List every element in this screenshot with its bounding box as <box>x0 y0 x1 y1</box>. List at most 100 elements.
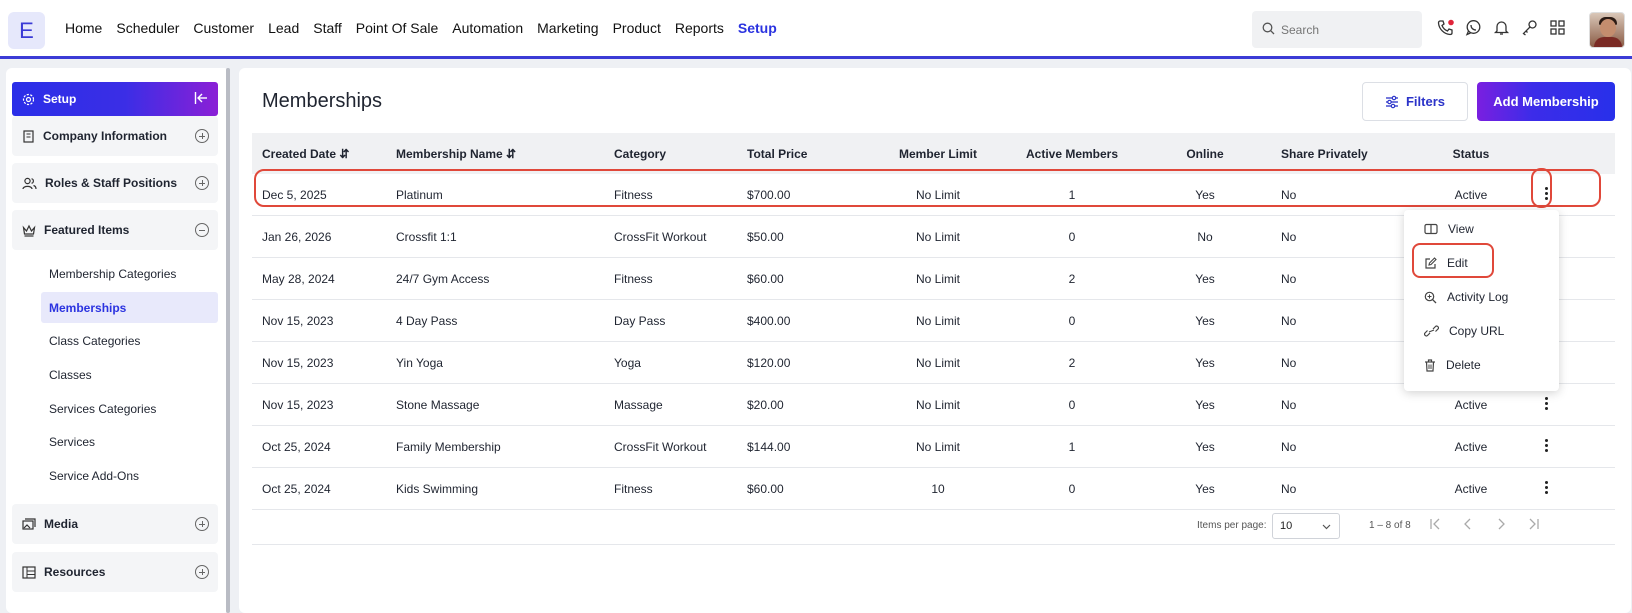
filters-label: Filters <box>1405 94 1445 109</box>
menu-item-edit[interactable]: Edit <box>1424 256 1468 270</box>
cell-created-date: Dec 5, 2025 <box>262 188 327 202</box>
cell-member-limit: No Limit <box>915 188 961 202</box>
cell-share-privately: No <box>1281 272 1297 286</box>
edit-icon <box>1424 256 1437 270</box>
cell-membership-name: 4 Day Pass <box>396 314 458 328</box>
nav-staff[interactable]: Staff <box>313 20 342 36</box>
sidebar-item-class-categories[interactable]: Class Categories <box>49 334 140 348</box>
more-vertical-icon[interactable] <box>1545 439 1549 453</box>
sidebar-section-roles[interactable]: Roles & Staff Positions <box>12 163 218 203</box>
sidebar-scrollbar[interactable] <box>226 68 230 613</box>
nav-product[interactable]: Product <box>613 20 661 36</box>
nav-scheduler[interactable]: Scheduler <box>116 20 179 36</box>
cell-member-limit: No Limit <box>915 440 961 454</box>
link-icon <box>1424 325 1439 337</box>
column-header-category: Category <box>614 147 667 161</box>
add-membership-button[interactable]: Add Membership <box>1477 82 1615 121</box>
whatsapp-icon[interactable] <box>1465 19 1482 36</box>
menu-item-activity-log[interactable]: Activity Log <box>1424 290 1508 304</box>
cell-status: Active <box>1454 188 1488 202</box>
nav-home[interactable]: Home <box>65 20 102 36</box>
items-per-page-select[interactable]: 10 <box>1272 513 1340 539</box>
key-icon[interactable] <box>1521 19 1538 36</box>
expand-icon[interactable] <box>195 565 209 579</box>
cell-online: Yes <box>1195 188 1215 202</box>
cell-share-privately: No <box>1281 188 1297 202</box>
sidebar-item-service-add-ons[interactable]: Service Add-Ons <box>49 469 139 483</box>
cell-member-limit: 10 <box>931 482 945 496</box>
menu-item-view[interactable]: View <box>1424 222 1474 236</box>
expand-icon[interactable] <box>195 517 209 531</box>
cell-online: Yes <box>1195 482 1215 496</box>
sliders-icon <box>1385 95 1399 109</box>
search-input[interactable] <box>1281 22 1411 37</box>
nav-automation[interactable]: Automation <box>452 20 523 36</box>
menu-item-delete[interactable]: Delete <box>1424 358 1481 372</box>
column-header-membership-name[interactable]: Membership Name ⇵ <box>396 147 516 161</box>
top-navbar: E Home Scheduler Customer Lead Staff Poi… <box>0 0 1632 59</box>
nav-marketing[interactable]: Marketing <box>537 20 598 36</box>
sidebar-item-services-categories[interactable]: Services Categories <box>49 402 156 416</box>
apps-grid-icon[interactable] <box>1549 19 1566 36</box>
previous-page-icon[interactable] <box>1463 518 1473 533</box>
first-page-icon[interactable] <box>1429 518 1443 533</box>
expand-icon[interactable] <box>195 176 209 190</box>
chevron-down-icon <box>1322 521 1331 533</box>
expand-icon[interactable] <box>195 129 209 143</box>
nav-lead[interactable]: Lead <box>268 20 299 36</box>
search-box[interactable] <box>1252 11 1422 48</box>
sidebar-section-media[interactable]: Media <box>12 504 218 544</box>
sidebar-section-label: Featured Items <box>44 223 130 237</box>
table-row[interactable]: Oct 25, 2024 Kids Swimming Fitness $60.00 10… <box>252 468 1615 510</box>
cell-category: Fitness <box>614 482 653 496</box>
sidebar-item-services[interactable]: Services <box>49 435 95 449</box>
more-vertical-icon[interactable] <box>1545 481 1549 495</box>
bell-icon[interactable] <box>1493 19 1510 36</box>
more-vertical-icon[interactable] <box>1545 397 1549 411</box>
cell-share-privately: No <box>1281 314 1297 328</box>
sidebar-section-label: Roles & Staff Positions <box>45 176 178 190</box>
collapse-sidebar-icon[interactable] <box>194 91 208 108</box>
more-vertical-icon[interactable] <box>1545 187 1549 201</box>
sidebar-section-resources[interactable]: Resources <box>12 552 218 592</box>
cell-online: Yes <box>1195 314 1215 328</box>
menu-item-copy-url[interactable]: Copy URL <box>1424 324 1504 338</box>
sidebar-section-label: Company Information <box>43 129 168 143</box>
sidebar-section-featured-items[interactable]: Featured Items <box>12 210 218 250</box>
column-header-online: Online <box>1186 147 1224 161</box>
last-page-icon[interactable] <box>1526 518 1540 533</box>
column-header-created-date[interactable]: Created Date ⇵ <box>262 147 349 161</box>
nav-setup[interactable]: Setup <box>738 20 777 36</box>
table-row[interactable]: Oct 25, 2024 Family Membership CrossFit Wo… <box>252 426 1615 468</box>
cell-membership-name: Family Membership <box>396 440 501 454</box>
sidebar-section-company-information[interactable]: Company Information <box>12 116 218 156</box>
cell-share-privately: No <box>1281 482 1297 496</box>
sort-icon: ⇵ <box>339 147 350 161</box>
sidebar-item-classes[interactable]: Classes <box>49 368 92 382</box>
sidebar-item-memberships[interactable]: Memberships <box>41 292 218 323</box>
cell-active-members: 1 <box>1068 440 1076 454</box>
phone-icon[interactable] <box>1437 19 1454 36</box>
cell-active-members: 0 <box>1068 398 1076 412</box>
cell-online: No <box>1197 230 1213 244</box>
book-open-icon <box>1424 223 1438 235</box>
cell-category: CrossFit Workout <box>614 230 707 244</box>
nav-customer[interactable]: Customer <box>193 20 254 36</box>
nav-point-of-sale[interactable]: Point Of Sale <box>356 20 439 36</box>
app-logo[interactable]: E <box>8 12 45 49</box>
items-per-page-label: Items per page: <box>1197 520 1267 531</box>
cell-total-price: $20.00 <box>747 398 784 412</box>
media-icon <box>22 517 36 531</box>
filters-button[interactable]: Filters <box>1362 82 1468 121</box>
collapse-icon[interactable] <box>195 223 209 237</box>
cell-total-price: $60.00 <box>747 272 784 286</box>
main-nav: Home Scheduler Customer Lead Staff Point… <box>65 20 777 36</box>
cell-created-date: May 28, 2024 <box>262 272 335 286</box>
cell-member-limit: No Limit <box>915 314 961 328</box>
sidebar-item-membership-categories[interactable]: Membership Categories <box>49 267 176 281</box>
user-avatar[interactable] <box>1589 12 1625 48</box>
sidebar-section-label: Media <box>44 517 79 531</box>
nav-reports[interactable]: Reports <box>675 20 724 36</box>
column-header-member-limit: Member Limit <box>898 147 978 161</box>
next-page-icon[interactable] <box>1496 518 1506 533</box>
